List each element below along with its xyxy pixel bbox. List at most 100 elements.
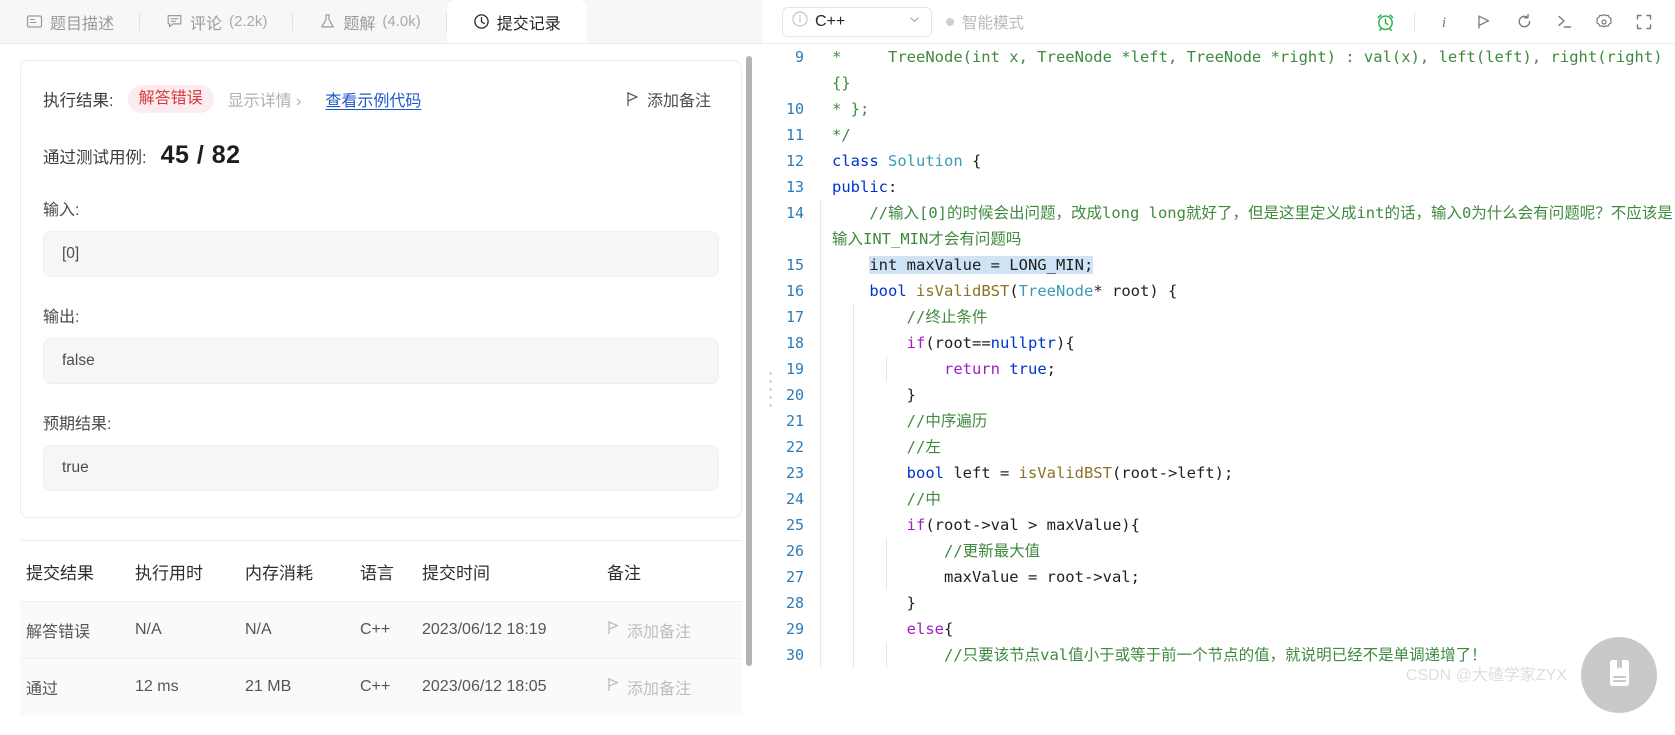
code-text[interactable]: bool left = isValidBST(root->left); — [818, 460, 1675, 486]
tab-题目描述[interactable]: 题目描述 — [0, 0, 141, 43]
code-line[interactable]: 10 * }; — [762, 96, 1675, 122]
code-area[interactable]: 9 * TreeNode(int x, TreeNode *left, TreeN… — [762, 44, 1675, 735]
code-text[interactable]: bool isValidBST(TreeNode* root) { — [818, 278, 1675, 304]
cell-note[interactable]: 添加备注 — [607, 658, 742, 715]
code-line[interactable]: 22 //左 — [762, 434, 1675, 460]
code-line[interactable]: 16 bool isValidBST(TreeNode* root) { — [762, 278, 1675, 304]
indent-guide — [886, 538, 887, 564]
toolbar-actions: i — [1368, 6, 1661, 38]
tab-提交记录[interactable]: 提交记录 — [446, 0, 587, 43]
fullscreen-icon[interactable] — [1627, 6, 1661, 38]
indent-guide — [853, 486, 854, 512]
code-text[interactable]: else{ — [818, 616, 1675, 642]
code-text[interactable]: //中 — [818, 486, 1675, 512]
language-select[interactable]: C++ — [782, 6, 932, 37]
show-detail-link[interactable]: 显示详情 › — [228, 87, 302, 111]
settings-icon[interactable] — [1587, 6, 1621, 38]
code-text[interactable]: //更新最大值 — [818, 538, 1675, 564]
code-token: //终止条件 — [832, 308, 988, 326]
code-text[interactable]: int maxValue = LONG_MIN; — [818, 252, 1675, 278]
code-text[interactable]: class Solution { — [818, 148, 1675, 174]
code-text[interactable]: if(root==nullptr){ — [818, 330, 1675, 356]
row-add-note-button[interactable]: 添加备注 — [607, 618, 742, 642]
code-token: public — [832, 178, 888, 196]
code-text[interactable]: //中序遍历 — [818, 408, 1675, 434]
run-icon[interactable] — [1467, 6, 1501, 38]
input-value-box[interactable]: [0] — [43, 231, 719, 277]
add-note-label: 添加备注 — [646, 93, 711, 110]
code-text[interactable]: * }; — [818, 96, 1675, 122]
alarm-clock-icon[interactable] — [1368, 6, 1402, 38]
info-icon[interactable]: i — [1427, 6, 1461, 38]
code-text[interactable]: } — [818, 590, 1675, 616]
notebook-fab-button[interactable] — [1581, 637, 1657, 713]
code-line[interactable]: 28 } — [762, 590, 1675, 616]
code-text[interactable]: if(root->val > maxValue){ — [818, 512, 1675, 538]
reset-icon[interactable] — [1507, 6, 1541, 38]
code-line[interactable]: 23 bool left = isValidBST(root->left); — [762, 460, 1675, 486]
chevron-down-icon — [908, 13, 921, 31]
code-token: */ — [832, 126, 851, 144]
submissions-table-wrap: 提交结果 执行用时 内存消耗 语言 提交时间 备注 解答错误 N/A N/A C++ 2023/0… — [20, 540, 742, 715]
comment-icon — [166, 13, 183, 30]
view-sample-code-link[interactable]: 查看示例代码 — [325, 87, 421, 111]
code-text[interactable]: //只要该节点val值小于或等于前一个节点的值，就说明已经不是单调递增了！ — [818, 642, 1675, 668]
add-note-button[interactable]: 添加备注 — [626, 87, 711, 111]
code-text[interactable]: //终止条件 — [818, 304, 1675, 330]
left-panel-scrollbar[interactable] — [746, 56, 752, 666]
row-add-note-button[interactable]: 添加备注 — [607, 675, 742, 699]
result-card: 执行结果: 解答错误 显示详情 › 查看示例代码 添加备注 通过测试用例: 45… — [20, 60, 742, 518]
panel-splitter[interactable] — [762, 44, 778, 735]
code-line[interactable]: 29 else{ — [762, 616, 1675, 642]
tab-题解[interactable]: 题解 (4.0k) — [293, 0, 447, 43]
code-editor-panel: C++ 智能模式 i 9 * TreeNode(int x, TreeNode … — [762, 0, 1675, 735]
indent-guide — [886, 564, 887, 590]
indent-guide — [886, 356, 887, 382]
indent-guide — [820, 278, 821, 304]
code-line[interactable]: 18 if(root==nullptr){ — [762, 330, 1675, 356]
code-line[interactable]: 15 int maxValue = LONG_MIN; — [762, 252, 1675, 278]
indent-guide — [820, 512, 821, 538]
code-token: //中 — [832, 490, 941, 508]
code-line[interactable]: 14 //输入[0]的时候会出问题，改成long long就好了，但是这里定义成… — [762, 200, 1675, 252]
code-text[interactable]: return true; — [818, 356, 1675, 382]
code-line[interactable]: 30 //只要该节点val值小于或等于前一个节点的值，就说明已经不是单调递增了！ — [762, 642, 1675, 668]
indent-guide — [820, 200, 821, 252]
smart-mode-toggle[interactable]: 智能模式 — [946, 11, 1024, 33]
code-line[interactable]: 24 //中 — [762, 486, 1675, 512]
table-row[interactable]: 解答错误 N/A N/A C++ 2023/06/12 18:19 添加备注 — [20, 601, 742, 659]
code-text[interactable]: //左 — [818, 434, 1675, 460]
cell-runtime: 12 ms — [135, 658, 245, 715]
code-line[interactable]: 19 return true; — [762, 356, 1675, 382]
indent-guide — [820, 616, 821, 642]
code-line[interactable]: 17 //终止条件 — [762, 304, 1675, 330]
tab-label: 评论 — [190, 15, 223, 33]
code-text[interactable]: maxValue = root->val; — [818, 564, 1675, 590]
code-line[interactable]: 21 //中序遍历 — [762, 408, 1675, 434]
table-row[interactable]: 通过 12 ms 21 MB C++ 2023/06/12 18:05 添加备注 — [20, 658, 742, 715]
code-line[interactable]: 26 //更新最大值 — [762, 538, 1675, 564]
code-line[interactable]: 27 maxValue = root->val; — [762, 564, 1675, 590]
indent-guide — [820, 486, 821, 512]
tab-bar: 题目描述 评论 (2.2k) 题解 (4.0k) 提交记录 — [0, 0, 762, 44]
code-text[interactable]: */ — [818, 122, 1675, 148]
code-line[interactable]: 12 class Solution { — [762, 148, 1675, 174]
tab-评论[interactable]: 评论 (2.2k) — [140, 0, 294, 43]
code-line[interactable]: 25 if(root->val > maxValue){ — [762, 512, 1675, 538]
code-text[interactable]: * TreeNode(int x, TreeNode *left, TreeNo… — [818, 44, 1675, 96]
left-scroll-area: 执行结果: 解答错误 显示详情 › 查看示例代码 添加备注 通过测试用例: 45… — [0, 44, 762, 735]
console-icon[interactable] — [1547, 6, 1581, 38]
code-line[interactable]: 11 */ — [762, 122, 1675, 148]
code-line[interactable]: 13 public: — [762, 174, 1675, 200]
code-token: Solution — [888, 152, 963, 170]
code-text[interactable]: } — [818, 382, 1675, 408]
code-line[interactable]: 9 * TreeNode(int x, TreeNode *left, TreeN… — [762, 44, 1675, 96]
code-line[interactable]: 20 } — [762, 382, 1675, 408]
expected-label: 预期结果: — [43, 416, 112, 433]
cell-note[interactable]: 添加备注 — [607, 601, 742, 659]
language-label: C++ — [815, 12, 846, 30]
code-text[interactable]: public: — [818, 174, 1675, 200]
code-text[interactable]: //输入[0]的时候会出问题，改成long long就好了，但是这里定义成int… — [818, 200, 1675, 252]
smart-mode-label: 智能模式 — [962, 14, 1025, 32]
